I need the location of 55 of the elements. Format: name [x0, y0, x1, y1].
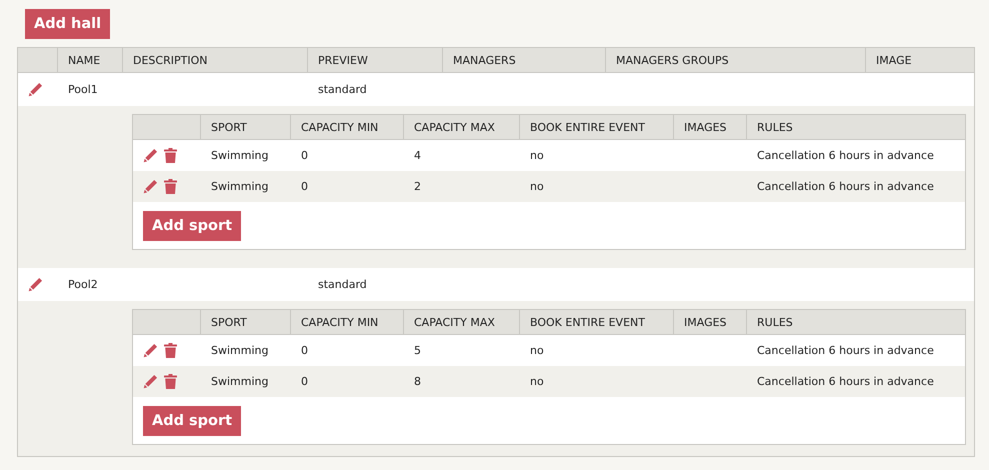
- trash-icon[interactable]: [164, 343, 177, 358]
- column-header: SPORT: [211, 120, 247, 134]
- column-header: MANAGERS: [453, 54, 516, 66]
- column-header: MANAGERS GROUPS: [616, 54, 729, 66]
- column-header: CAPACITY MAX: [414, 316, 495, 328]
- pencil-icon[interactable]: [143, 148, 158, 163]
- sport-cell: Swimming: [211, 149, 268, 162]
- hall-name: Pool2: [68, 278, 98, 291]
- capacity-max-cell: 4: [414, 149, 421, 162]
- pencil-icon[interactable]: [28, 82, 43, 97]
- column-header: BOOK ENTIRE EVENT: [530, 316, 645, 328]
- pencil-icon[interactable]: [143, 179, 158, 194]
- pencil-icon[interactable]: [143, 343, 158, 358]
- pencil-icon[interactable]: [28, 277, 43, 292]
- column-header: IMAGES: [684, 316, 727, 328]
- column-header: RULES: [757, 316, 793, 328]
- capacity-min-cell: 0: [301, 375, 308, 388]
- capacity-min-cell: 0: [301, 344, 308, 357]
- add-sport-button[interactable]: Add sport: [143, 211, 242, 241]
- preview-value: standard: [318, 83, 367, 96]
- sport-cell: Swimming: [211, 344, 268, 357]
- book-entire-event-cell: no: [530, 180, 544, 193]
- sport-cell: Swimming: [211, 180, 268, 193]
- capacity-max-cell: 5: [414, 344, 421, 357]
- hall-name: Pool1: [68, 83, 98, 96]
- rules-cell: Cancellation 6 hours in advance: [757, 149, 934, 162]
- book-entire-event-cell: no: [530, 344, 544, 357]
- column-header: SPORT: [211, 316, 247, 328]
- add-sport-button[interactable]: Add sport: [143, 406, 242, 436]
- column-header: NAME: [68, 54, 100, 66]
- trash-icon[interactable]: [164, 374, 177, 389]
- book-entire-event-cell: no: [530, 149, 544, 162]
- column-header: CAPACITY MAX: [414, 120, 495, 134]
- column-header: CAPACITY MIN: [301, 120, 378, 134]
- capacity-max-cell: 8: [414, 375, 421, 388]
- trash-icon[interactable]: [164, 148, 177, 163]
- preview-value: standard: [318, 278, 367, 291]
- column-header: BOOK ENTIRE EVENT: [530, 120, 645, 134]
- column-header: CAPACITY MIN: [301, 316, 378, 328]
- column-header: RULES: [757, 120, 793, 134]
- column-header: DESCRIPTION: [133, 54, 208, 66]
- pencil-icon[interactable]: [143, 374, 158, 389]
- capacity-min-cell: 0: [301, 180, 308, 193]
- add-hall-button[interactable]: Add hall: [25, 9, 110, 39]
- column-header: IMAGES: [684, 120, 727, 134]
- sport-cell: Swimming: [211, 375, 268, 388]
- rules-cell: Cancellation 6 hours in advance: [757, 344, 934, 357]
- capacity-max-cell: 2: [414, 180, 421, 193]
- rules-cell: Cancellation 6 hours in advance: [757, 375, 934, 388]
- column-header: IMAGE: [876, 54, 912, 66]
- book-entire-event-cell: no: [530, 375, 544, 388]
- capacity-min-cell: 0: [301, 149, 308, 162]
- column-header: PREVIEW: [318, 54, 368, 66]
- trash-icon[interactable]: [164, 179, 177, 194]
- rules-cell: Cancellation 6 hours in advance: [757, 180, 934, 193]
